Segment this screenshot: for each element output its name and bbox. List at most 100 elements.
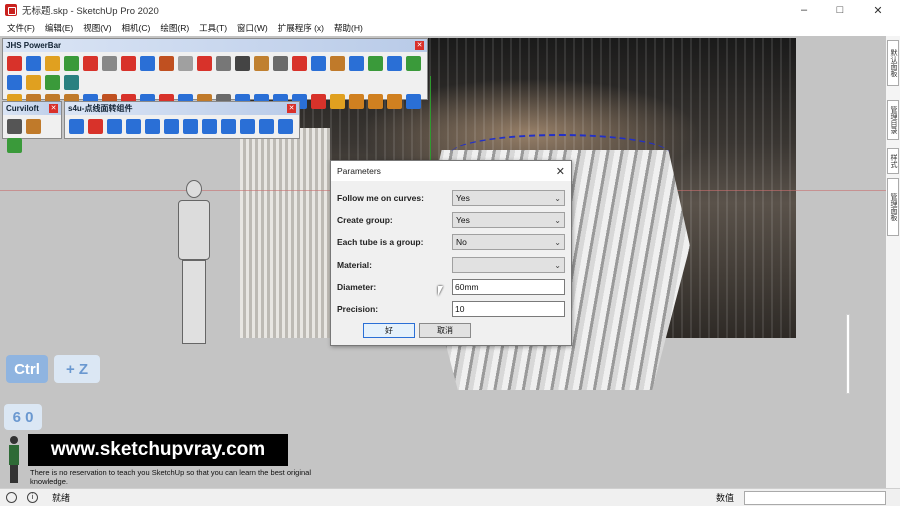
- menu-edit[interactable]: 编辑(E): [40, 22, 78, 34]
- menu-camera[interactable]: 相机(C): [117, 22, 156, 34]
- s4u-tool-icon[interactable]: [126, 119, 141, 134]
- powerbar-tool-icon[interactable]: [292, 56, 307, 71]
- s4u-tool-icon[interactable]: [145, 119, 160, 134]
- powerbar-tool-icon[interactable]: [406, 94, 421, 109]
- s4u-tool-icon[interactable]: [278, 119, 293, 134]
- close-icon[interactable]: ✕: [415, 41, 424, 50]
- toolbar-title: JHS PowerBar: [6, 41, 62, 50]
- s4u-tool-icon[interactable]: [164, 119, 179, 134]
- powerbar-tool-icon[interactable]: [26, 75, 41, 90]
- powerbar-tool-icon[interactable]: [273, 56, 288, 71]
- s4u-tool-icon[interactable]: [240, 119, 255, 134]
- powerbar-tool-icon[interactable]: [216, 56, 231, 71]
- powerbar-tool-icon[interactable]: [64, 56, 79, 71]
- s4u-tool-icon[interactable]: [259, 119, 274, 134]
- create-group-row: Create group: Yes ⌄: [337, 211, 567, 229]
- close-icon[interactable]: ✕: [287, 104, 296, 113]
- menu-file[interactable]: 文件(F): [2, 22, 40, 34]
- powerbar-tool-icon[interactable]: [159, 56, 174, 71]
- tray-tab-catalog[interactable]: 管理目录: [887, 100, 899, 140]
- powerbar-tool-icon[interactable]: [7, 75, 22, 90]
- powerbar-tool-icon[interactable]: [349, 56, 364, 71]
- s4u-tool-icon[interactable]: [202, 119, 217, 134]
- geo-location-icon[interactable]: [6, 492, 17, 503]
- close-window-button[interactable]: ✕: [864, 0, 892, 20]
- curviloft-tool-icon[interactable]: [7, 119, 22, 134]
- s4u-tool-icon[interactable]: [107, 119, 122, 134]
- chevron-down-icon: ⌄: [554, 215, 561, 225]
- close-icon[interactable]: ✕: [49, 104, 58, 113]
- measurements-input[interactable]: [744, 491, 886, 505]
- follow-curves-label: Follow me on curves:: [337, 193, 424, 203]
- menu-extensions[interactable]: 扩展程序 (x): [273, 22, 329, 34]
- s4u-tool-icon[interactable]: [221, 119, 236, 134]
- powerbar-tool-icon[interactable]: [64, 75, 79, 90]
- powerbar-tool-icon[interactable]: [121, 56, 136, 71]
- minimize-button[interactable]: –: [790, 0, 818, 20]
- powerbar-tool-icon[interactable]: [235, 56, 250, 71]
- follow-curves-select[interactable]: Yes ⌄: [452, 190, 565, 206]
- cancel-button[interactable]: 取消: [419, 323, 471, 338]
- powerbar-row-1: [3, 52, 427, 94]
- info-icon[interactable]: i: [27, 492, 38, 503]
- s4u-tool-icon[interactable]: [183, 119, 198, 134]
- powerbar-tool-icon[interactable]: [330, 94, 345, 109]
- ok-button[interactable]: 好: [363, 323, 415, 338]
- ctrl-key-overlay: Ctrl: [6, 355, 48, 383]
- powerbar-tool-icon[interactable]: [368, 56, 383, 71]
- create-group-select[interactable]: Yes ⌄: [452, 212, 565, 228]
- dialog-title: Parameters: [337, 166, 381, 176]
- powerbar-tool-icon[interactable]: [387, 56, 402, 71]
- powerbar-tool-icon[interactable]: [26, 56, 41, 71]
- select-value: Yes: [456, 215, 470, 225]
- powerbar-tool-icon[interactable]: [7, 56, 22, 71]
- close-icon[interactable]: ✕: [556, 165, 565, 178]
- menu-window[interactable]: 窗口(W): [232, 22, 273, 34]
- powerbar-tool-icon[interactable]: [406, 56, 421, 71]
- menu-view[interactable]: 视图(V): [78, 22, 116, 34]
- tray-tab-manage[interactable]: 管理面板: [887, 178, 899, 236]
- curviloft-tool-icon[interactable]: [7, 138, 22, 153]
- powerbar-tool-icon[interactable]: [349, 94, 364, 109]
- parameters-dialog: Parameters ✕ Follow me on curves: Yes ⌄ C…: [330, 160, 572, 346]
- material-select[interactable]: ⌄: [452, 257, 565, 273]
- chevron-down-icon: ⌄: [554, 237, 561, 247]
- powerbar-tool-icon[interactable]: [368, 94, 383, 109]
- scale-figure[interactable]: [172, 180, 216, 346]
- curviloft-tool-icon[interactable]: [26, 119, 41, 134]
- diameter-input[interactable]: [452, 279, 565, 295]
- tray-tab-styles[interactable]: 样式: [887, 148, 899, 174]
- powerbar-tool-icon[interactable]: [387, 94, 402, 109]
- s4u-tool-icon[interactable]: [69, 119, 84, 134]
- powerbar-tool-icon[interactable]: [45, 75, 60, 90]
- powerbar-tool-icon[interactable]: [197, 56, 212, 71]
- powerbar-tool-icon[interactable]: [45, 56, 60, 71]
- maximize-button[interactable]: □: [826, 0, 854, 20]
- window-title: 无标题.skp - SketchUp Pro 2020: [22, 6, 159, 17]
- powerbar-tool-icon[interactable]: [140, 56, 155, 71]
- tray-tab-default[interactable]: 默认面板: [887, 40, 899, 86]
- select-value: No: [456, 237, 467, 247]
- precision-input[interactable]: [452, 301, 565, 317]
- toolbar-header: JHS PowerBar ✕: [3, 39, 427, 52]
- diameter-row: Diameter:: [337, 278, 567, 296]
- powerbar-tool-icon[interactable]: [83, 56, 98, 71]
- tube-group-select[interactable]: No ⌄: [452, 234, 565, 250]
- powerbar-tool-icon[interactable]: [178, 56, 193, 71]
- powerbar-tool-icon[interactable]: [254, 56, 269, 71]
- menu-draw[interactable]: 绘图(R): [155, 22, 194, 34]
- site-tagline: There is no reservation to teach you Ske…: [30, 468, 311, 486]
- sketchup-logo-icon: [5, 4, 17, 16]
- status-text: 就绪: [52, 493, 71, 503]
- menu-help[interactable]: 帮助(H): [329, 22, 368, 34]
- s4u-icons: [65, 115, 299, 138]
- vertical-scroll-thumb[interactable]: [846, 314, 850, 394]
- s4u-tool-icon[interactable]: [88, 119, 103, 134]
- typed-value-overlay: 6 0: [4, 404, 42, 430]
- powerbar-tool-icon[interactable]: [311, 94, 326, 109]
- powerbar-tool-icon[interactable]: [330, 56, 345, 71]
- menu-tools[interactable]: 工具(T): [194, 22, 232, 34]
- powerbar-tool-icon[interactable]: [102, 56, 117, 71]
- plus-z-key-overlay: + Z: [54, 355, 100, 383]
- powerbar-tool-icon[interactable]: [311, 56, 326, 71]
